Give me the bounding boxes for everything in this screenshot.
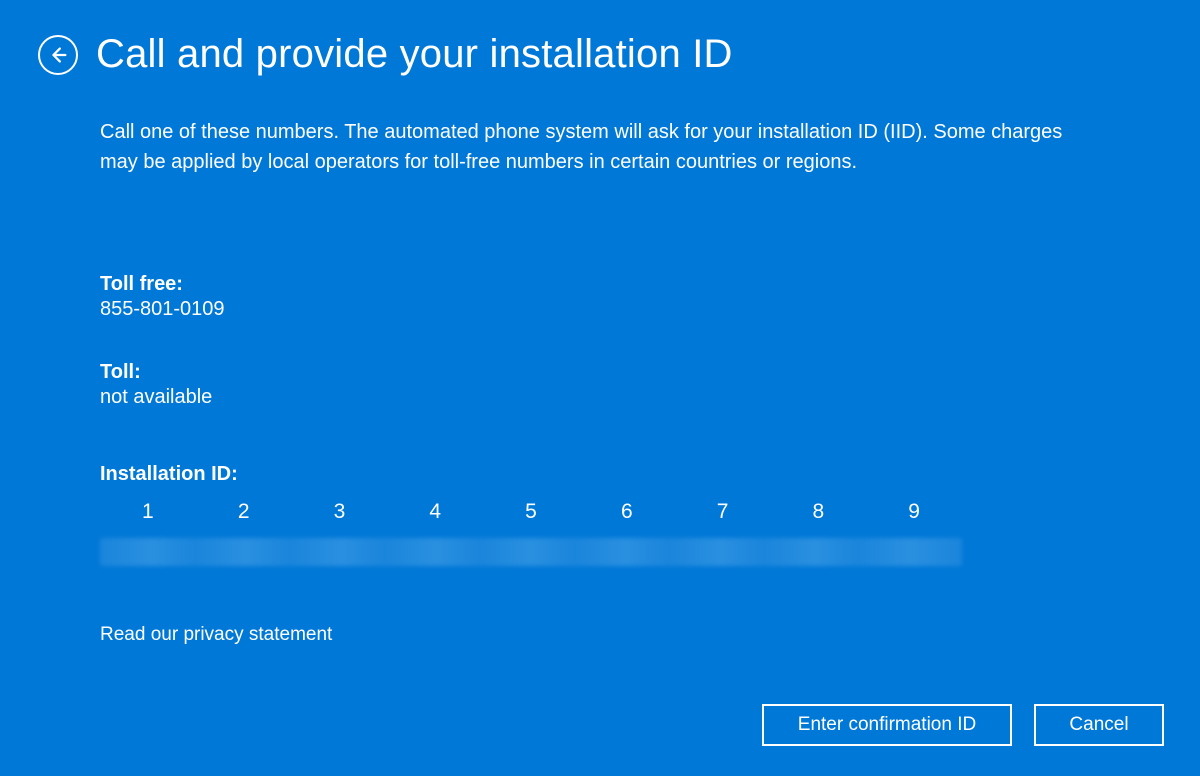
installation-id-section: Installation ID: 1 2 3 4 5 6 7 8 9 <box>100 463 1100 566</box>
toll-value: not available <box>100 386 1100 409</box>
toll-section: Toll: not available <box>100 361 1100 409</box>
toll-free-value: 855-801-0109 <box>100 298 1100 321</box>
id-col-6: 6 <box>579 500 675 532</box>
toll-label: Toll: <box>100 361 1100 384</box>
arrow-left-icon <box>47 44 69 66</box>
enter-confirmation-id-button[interactable]: Enter confirmation ID <box>762 704 1012 746</box>
installation-id-label: Installation ID: <box>100 463 1100 486</box>
id-col-2: 2 <box>196 500 292 532</box>
page-title: Call and provide your installation ID <box>96 32 733 77</box>
id-col-7: 7 <box>675 500 771 532</box>
id-col-3: 3 <box>292 500 388 532</box>
id-col-1: 1 <box>100 500 196 532</box>
back-button[interactable] <box>38 35 78 75</box>
id-col-9: 9 <box>866 500 962 532</box>
id-col-5: 5 <box>483 500 579 532</box>
id-col-4: 4 <box>387 500 483 532</box>
id-col-8: 8 <box>770 500 866 532</box>
privacy-statement-link[interactable]: Read our privacy statement <box>100 624 332 646</box>
cancel-button[interactable]: Cancel <box>1034 704 1164 746</box>
installation-id-columns: 1 2 3 4 5 6 7 8 9 <box>100 500 962 532</box>
toll-free-section: Toll free: 855-801-0109 <box>100 273 1100 321</box>
toll-free-label: Toll free: <box>100 273 1100 296</box>
description-text: Call one of these numbers. The automated… <box>100 117 1100 177</box>
installation-id-values-blurred <box>100 538 962 566</box>
